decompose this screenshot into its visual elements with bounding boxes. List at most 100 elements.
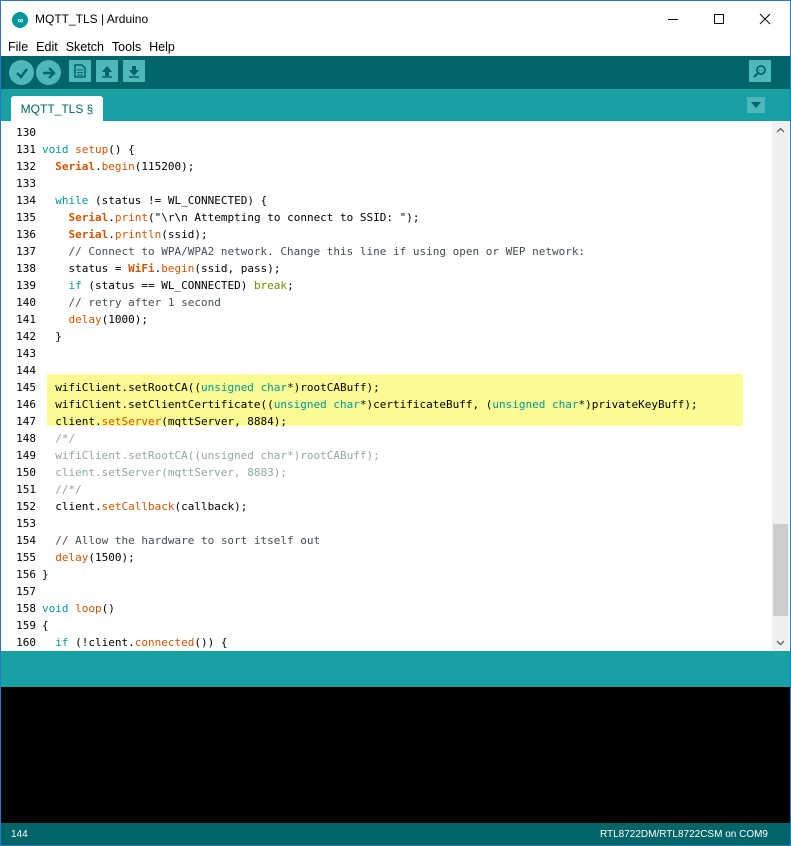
maximize-icon[interactable] [696,1,742,37]
code-text: Serial.print("\r\n Attempting to connect… [68,211,420,224]
menu-sketch[interactable]: Sketch [62,40,108,54]
line-number: 156 [16,568,36,581]
code-line[interactable]: 137 // Connect to WPA/WPA2 network. Chan… [4,243,772,260]
open-icon[interactable] [96,60,118,82]
upload-icon[interactable] [36,60,61,85]
code-text: while (status != WL_CONNECTED) { [55,194,268,207]
board-port-info: RTL8722DM/RTL8722CSM on COM9 [599,829,768,840]
code-line[interactable]: 133 [4,175,772,192]
code-text: if (status == WL_CONNECTED) break; [68,279,294,292]
line-number: 149 [16,449,36,462]
code-editor[interactable]: 130 131 void setup() { 132 Serial.begin(115… [4,121,772,651]
minimize-icon[interactable] [650,1,696,37]
code-line[interactable]: 151 //*/ [4,481,772,498]
code-line[interactable]: 159 { [4,617,772,634]
console-output[interactable] [1,687,790,823]
code-line[interactable]: 144 [4,362,772,379]
code-text: if (!client.connected()) { [55,636,228,649]
new-icon[interactable] [69,60,91,82]
code-text: delay(1500); [55,551,135,564]
menu-help[interactable]: Help [145,40,179,54]
code-line[interactable]: 138 status = WiFi.begin(ssid, pass); [4,260,772,277]
code-line[interactable]: 142 } [4,328,772,345]
line-number: 134 [16,194,36,207]
scrollbar-thumb[interactable] [773,524,788,616]
line-number: 141 [16,313,36,326]
code-text: // retry after 1 second [68,296,221,309]
code-text: } [42,568,49,581]
scroll-up-icon[interactable] [772,121,789,138]
menu-edit[interactable]: Edit [32,40,62,54]
line-number: 145 [16,381,36,394]
save-icon[interactable] [123,60,145,82]
current-line-number: 144 [11,829,28,840]
code-text: wifiClient.setRootCA((unsigned char*)roo… [42,449,380,462]
code-line[interactable]: 146 wifiClient.setClientCertificate((uns… [4,396,772,413]
tab-bar: MQTT_TLS § [1,89,790,121]
code-line[interactable]: 141 delay(1000); [4,311,772,328]
editor-scrollbar[interactable] [772,121,789,651]
line-number: 146 [16,398,36,411]
code-line[interactable]: 147 client.setServer(mqttServer, 8884); [4,413,772,430]
code-text: void loop() [42,602,115,615]
title-bar: ∞ MQTT_TLS | Arduino [1,1,790,37]
line-number: 147 [16,415,36,428]
code-line[interactable]: 150 client.setServer(mqttServer, 8883); [4,464,772,481]
arduino-logo-icon: ∞ [12,12,28,28]
message-area [1,651,790,687]
tab-menu-chevron-down-icon[interactable] [747,97,765,113]
code-text: delay(1000); [68,313,148,326]
code-line[interactable]: 140 // retry after 1 second [4,294,772,311]
code-line[interactable]: 132 Serial.begin(115200); [4,158,772,175]
code-text: // Connect to WPA/WPA2 network. Change t… [68,245,586,258]
tab-mqtt-tls[interactable]: MQTT_TLS § [11,96,103,121]
line-number: 152 [16,500,36,513]
code-line[interactable]: 145 wifiClient.setRootCA((unsigned char*… [4,379,772,396]
status-bar: 144 RTL8722DM/RTL8722CSM on COM9 [1,823,790,845]
line-number: 131 [16,143,36,156]
code-line[interactable]: 158 void loop() [4,600,772,617]
line-number: 154 [16,534,36,547]
code-text: } [42,330,62,343]
code-line[interactable]: 160 if (!client.connected()) { [4,634,772,651]
line-number: 160 [16,636,36,649]
code-line[interactable]: 149 wifiClient.setRootCA((unsigned char*… [4,447,772,464]
code-line[interactable]: 156} [4,566,772,583]
toolbar [1,56,790,89]
close-icon[interactable] [742,1,788,37]
code-text: wifiClient.setClientCertificate((unsigne… [42,398,698,411]
line-number: 159 [16,619,36,632]
code-line[interactable]: 139 if (status == WL_CONNECTED) break; [4,277,772,294]
menu-file[interactable]: File [4,40,32,54]
line-number: 151 [16,483,36,496]
line-number: 148 [16,432,36,445]
code-text: { [42,619,49,632]
line-number: 132 [16,160,36,173]
code-line[interactable]: 155 delay(1500); [4,549,772,566]
code-line[interactable]: 135 Serial.print("\r\n Attempting to con… [4,209,772,226]
menu-tools[interactable]: Tools [108,40,145,54]
code-text: void setup() { [42,143,135,156]
code-line[interactable]: 152 client.setCallback(callback); [4,498,772,515]
code-line[interactable]: 130 [4,124,772,141]
code-line[interactable]: 131 void setup() { [4,141,772,158]
scroll-down-icon[interactable] [772,634,789,651]
line-number: 138 [16,262,36,275]
code-line[interactable]: 157 [4,583,772,600]
line-number: 157 [16,585,36,598]
code-text: Serial.begin(115200); [55,160,195,173]
code-text: client.setServer(mqttServer, 8883); [42,466,288,479]
code-line[interactable]: 134 while (status != WL_CONNECTED) { [4,192,772,209]
serial-monitor-icon[interactable] [749,60,771,82]
code-line[interactable]: 148 /*/ [4,430,772,447]
code-text: wifiClient.setRootCA((unsigned char*)roo… [42,381,380,394]
code-line[interactable]: 153 [4,515,772,532]
code-text: status = WiFi.begin(ssid, pass); [42,262,281,275]
code-line[interactable]: 136 Serial.println(ssid); [4,226,772,243]
line-number: 150 [16,466,36,479]
code-line[interactable]: 154 // Allow the hardware to sort itself… [4,532,772,549]
line-number: 140 [16,296,36,309]
menu-bar: File Edit Sketch Tools Help [1,37,790,56]
code-line[interactable]: 143 [4,345,772,362]
verify-icon[interactable] [9,60,34,85]
